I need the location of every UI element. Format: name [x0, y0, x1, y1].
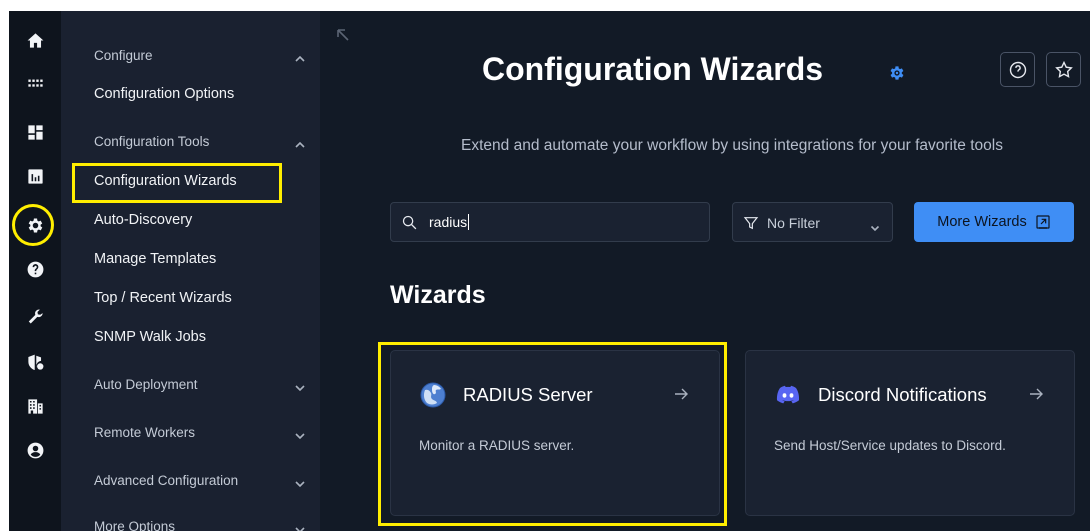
help-icon[interactable] — [17, 252, 53, 286]
help-button[interactable] — [1000, 52, 1035, 87]
menu-item-label: SNMP Walk Jobs — [94, 329, 206, 345]
arrow-right-icon — [673, 387, 689, 401]
favorite-button[interactable] — [1046, 52, 1081, 87]
menu-section-advanced-configuration[interactable]: Advanced Configuration — [94, 469, 306, 491]
menu-section-configure[interactable]: Configure — [94, 44, 306, 66]
settings-gear-icon[interactable] — [888, 64, 906, 82]
menu-section-label: Advanced Configuration — [94, 472, 239, 488]
card-description: Monitor a RADIUS server. — [419, 438, 575, 453]
shield-icon[interactable] — [17, 345, 53, 379]
wizard-card-radius-server[interactable]: RADIUS Server Monitor a RADIUS server. — [390, 350, 720, 516]
menu-section-remote-workers[interactable]: Remote Workers — [94, 421, 306, 443]
menu-section-configuration-tools[interactable]: Configuration Tools — [94, 130, 306, 152]
menu-item-label: Configuration Wizards — [94, 173, 237, 189]
menu-item-manage-templates[interactable]: Manage Templates — [94, 248, 306, 270]
app-frame: Configure Configuration Options Configur… — [9, 11, 1090, 531]
search-input[interactable]: radius — [390, 202, 710, 242]
menu-item-top-recent-wizards[interactable]: Top / Recent Wizards — [94, 287, 306, 309]
card-title: Discord Notifications — [818, 384, 987, 405]
configure-menu: Configure Configuration Options Configur… — [61, 11, 320, 531]
menu-section-label: Configure — [94, 47, 153, 63]
globe-icon — [419, 381, 447, 409]
menu-item-label: Auto-Discovery — [94, 212, 193, 228]
help-circle-icon — [1009, 61, 1026, 78]
card-title: RADIUS Server — [463, 384, 593, 405]
wizards-heading: Wizards — [390, 281, 486, 309]
menu-item-label: Top / Recent Wizards — [94, 290, 232, 306]
filter-label: No Filter — [767, 215, 820, 231]
menu-item-label: Configuration Options — [94, 86, 235, 102]
building-icon[interactable] — [17, 389, 53, 423]
grid-apps-icon[interactable] — [17, 66, 53, 100]
menu-section-more-options[interactable]: More Options — [94, 515, 306, 531]
search-value: radius — [429, 214, 468, 230]
menu-item-auto-discovery[interactable]: Auto-Discovery — [94, 209, 306, 231]
menu-item-label: Manage Templates — [94, 251, 217, 267]
main-content: Configuration Wizards Extend and automat… — [320, 11, 1090, 531]
page-subtitle: Extend and automate your workflow by usi… — [461, 137, 1003, 154]
filter-funnel-icon — [743, 215, 759, 231]
menu-item-snmp-walk-jobs[interactable]: SNMP Walk Jobs — [94, 326, 306, 348]
chevron-up-icon — [294, 137, 306, 148]
menu-section-label: More Options — [94, 518, 176, 531]
chevron-down-icon — [294, 380, 306, 392]
more-wizards-label: More Wizards — [937, 214, 1027, 230]
chevron-down-icon — [294, 428, 306, 440]
wizard-card-discord-notifications[interactable]: Discord Notifications Send Host/Service … — [745, 350, 1075, 516]
arrow-right-icon — [1028, 387, 1044, 401]
text-caret — [468, 214, 470, 230]
chevron-down-icon — [294, 522, 306, 531]
chevron-down-icon — [294, 476, 306, 488]
collapse-arrow-icon[interactable] — [335, 27, 351, 43]
search-icon — [402, 215, 417, 230]
home-icon[interactable] — [17, 23, 53, 57]
page-title: Configuration Wizards — [482, 51, 824, 87]
menu-item-configuration-options[interactable]: Configuration Options — [94, 83, 306, 105]
menu-section-auto-deployment[interactable]: Auto Deployment — [94, 373, 306, 395]
chevron-down-icon — [870, 219, 880, 232]
menu-item-configuration-wizards[interactable]: Configuration Wizards — [94, 170, 306, 192]
external-link-icon — [1036, 215, 1050, 229]
wrench-icon[interactable] — [17, 300, 53, 334]
card-description: Send Host/Service updates to Discord. — [774, 438, 1006, 453]
more-wizards-button[interactable]: More Wizards — [914, 202, 1074, 242]
icon-rail — [9, 11, 61, 531]
menu-section-label: Auto Deployment — [94, 376, 198, 392]
reports-icon[interactable] — [17, 159, 53, 193]
menu-section-label: Remote Workers — [94, 424, 196, 440]
discord-icon — [774, 381, 802, 409]
dashboard-icon[interactable] — [17, 115, 53, 149]
user-icon[interactable] — [17, 433, 53, 467]
chevron-up-icon — [294, 51, 306, 62]
filter-dropdown[interactable]: No Filter — [732, 202, 893, 242]
gear-icon[interactable] — [17, 208, 53, 242]
star-icon — [1054, 60, 1073, 78]
menu-section-label: Configuration Tools — [94, 133, 210, 149]
